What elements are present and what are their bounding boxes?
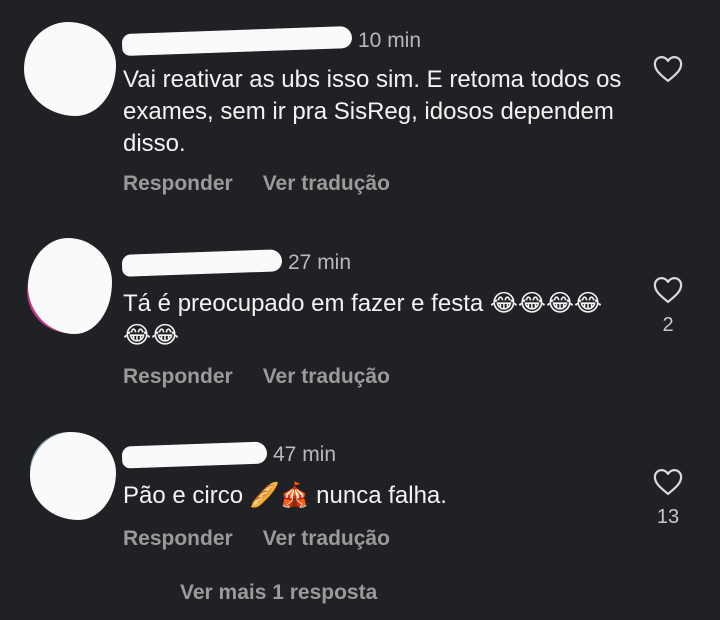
like-button[interactable]: 13: [648, 468, 688, 529]
heart-outline-icon: [653, 277, 683, 303]
like-count: 2: [662, 314, 674, 336]
heart-outline-icon: [653, 56, 683, 82]
comment-time: 10 min: [358, 29, 422, 52]
heart-outline-icon: [653, 469, 683, 495]
comment-text: Tá é preocupado em fazer e festa 😂😂😂😂😂😂: [123, 290, 603, 349]
redaction-mark: [24, 22, 116, 116]
comment-header: 10 min: [121, 25, 422, 57]
comment-time: 47 min: [273, 443, 337, 466]
redaction-mark: [30, 432, 116, 520]
reply-button[interactable]: Responder: [123, 365, 233, 389]
comment-text: Pão e circo 🥖🎪 nunca falha.: [123, 482, 447, 509]
translate-button[interactable]: Ver tradução: [263, 365, 390, 389]
comment-header: 27 min: [121, 249, 352, 277]
comment-text: Vai reativar as ubs isso sim. E retoma t…: [123, 66, 622, 157]
username-redacted[interactable]: [121, 249, 283, 277]
like-count: 13: [656, 506, 680, 528]
comment-actions: Responder Ver tradução: [123, 172, 390, 196]
comment: 27 min Tá é preocupado em fazer e festa …: [0, 210, 720, 410]
translate-button[interactable]: Ver tradução: [263, 527, 390, 551]
avatar[interactable]: [22, 432, 118, 528]
reply-button[interactable]: Responder: [123, 172, 233, 196]
comment-header: 47 min: [121, 441, 337, 469]
view-more-replies-button[interactable]: Ver mais 1 resposta: [180, 581, 377, 605]
reply-button[interactable]: Responder: [123, 527, 233, 551]
avatar[interactable]: [22, 238, 118, 336]
username-redacted[interactable]: [121, 441, 268, 469]
redaction-mark: [28, 238, 112, 334]
translate-button[interactable]: Ver tradução: [263, 172, 390, 196]
avatar[interactable]: [22, 22, 118, 118]
comment-actions: Responder Ver tradução: [123, 365, 390, 389]
comment: 47 min Pão e circo 🥖🎪 nunca falha. Respo…: [0, 410, 720, 575]
comment-time: 27 min: [288, 251, 352, 274]
like-button[interactable]: 2: [648, 276, 688, 337]
comment: 10 min Vai reativar as ubs isso sim. E r…: [0, 0, 720, 210]
comment-actions: Responder Ver tradução: [123, 527, 390, 551]
username-redacted[interactable]: [121, 25, 353, 57]
like-button[interactable]: [648, 55, 688, 93]
